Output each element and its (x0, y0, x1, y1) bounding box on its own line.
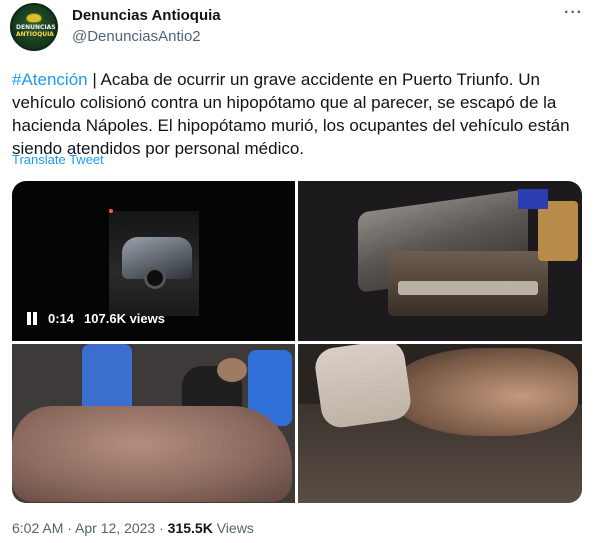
avatar-logo-text-2: ANTIOQUIA (16, 31, 54, 38)
tweet-body: | Acaba de ocurrir un grave accidente en… (12, 70, 570, 158)
tweet-time[interactable]: 6:02 AM (12, 520, 63, 536)
more-options-icon[interactable]: ··· (564, 4, 583, 22)
light-dot (109, 209, 113, 213)
views-count: 315.5K (167, 520, 213, 536)
photo-crashed-car[interactable] (298, 181, 582, 341)
meta-separator: · (63, 520, 76, 536)
video-controls: 0:14 107.6K views (26, 311, 165, 326)
video-thumbnail[interactable]: 0:14 107.6K views (12, 181, 295, 341)
person-head-image (217, 358, 247, 382)
photo-hippo-responders[interactable] (12, 344, 295, 503)
car-grille-image (398, 281, 538, 295)
car-wheel-image (144, 267, 166, 289)
tweet-meta: 6:02 AM · Apr 12, 2023 · 315.5K Views (12, 520, 254, 536)
hippo-image (388, 348, 578, 436)
car-door-image (538, 201, 578, 261)
author-handle[interactable]: @DenunciasAntio2 (72, 28, 201, 45)
tweet-text: #Atención | Acaba de ocurrir un grave ac… (12, 68, 590, 160)
meta-separator: · (155, 520, 168, 536)
avatar[interactable]: DENUNCIAS ANTIOQUIA (10, 3, 58, 51)
blue-object-image (518, 189, 548, 209)
media-grid: 0:14 107.6K views (12, 181, 582, 503)
tweet-date[interactable]: Apr 12, 2023 (75, 520, 155, 536)
author-display-name[interactable]: Denuncias Antioquia (72, 7, 221, 24)
tweet: DENUNCIAS ANTIOQUIA Denuncias Antioquia … (0, 0, 600, 543)
photo-hippo-road[interactable] (298, 344, 582, 503)
views-label: Views (212, 520, 254, 536)
hashtag-link[interactable]: #Atención (12, 70, 88, 89)
pause-icon[interactable] (26, 312, 38, 325)
person-arm-image (312, 344, 414, 430)
video-time: 0:14 (48, 311, 75, 326)
translate-tweet-link[interactable]: Translate Tweet (12, 152, 104, 167)
video-views: 107.6K views (84, 311, 165, 326)
hippo-image (12, 406, 292, 502)
avatar-logo-icon (26, 13, 42, 23)
